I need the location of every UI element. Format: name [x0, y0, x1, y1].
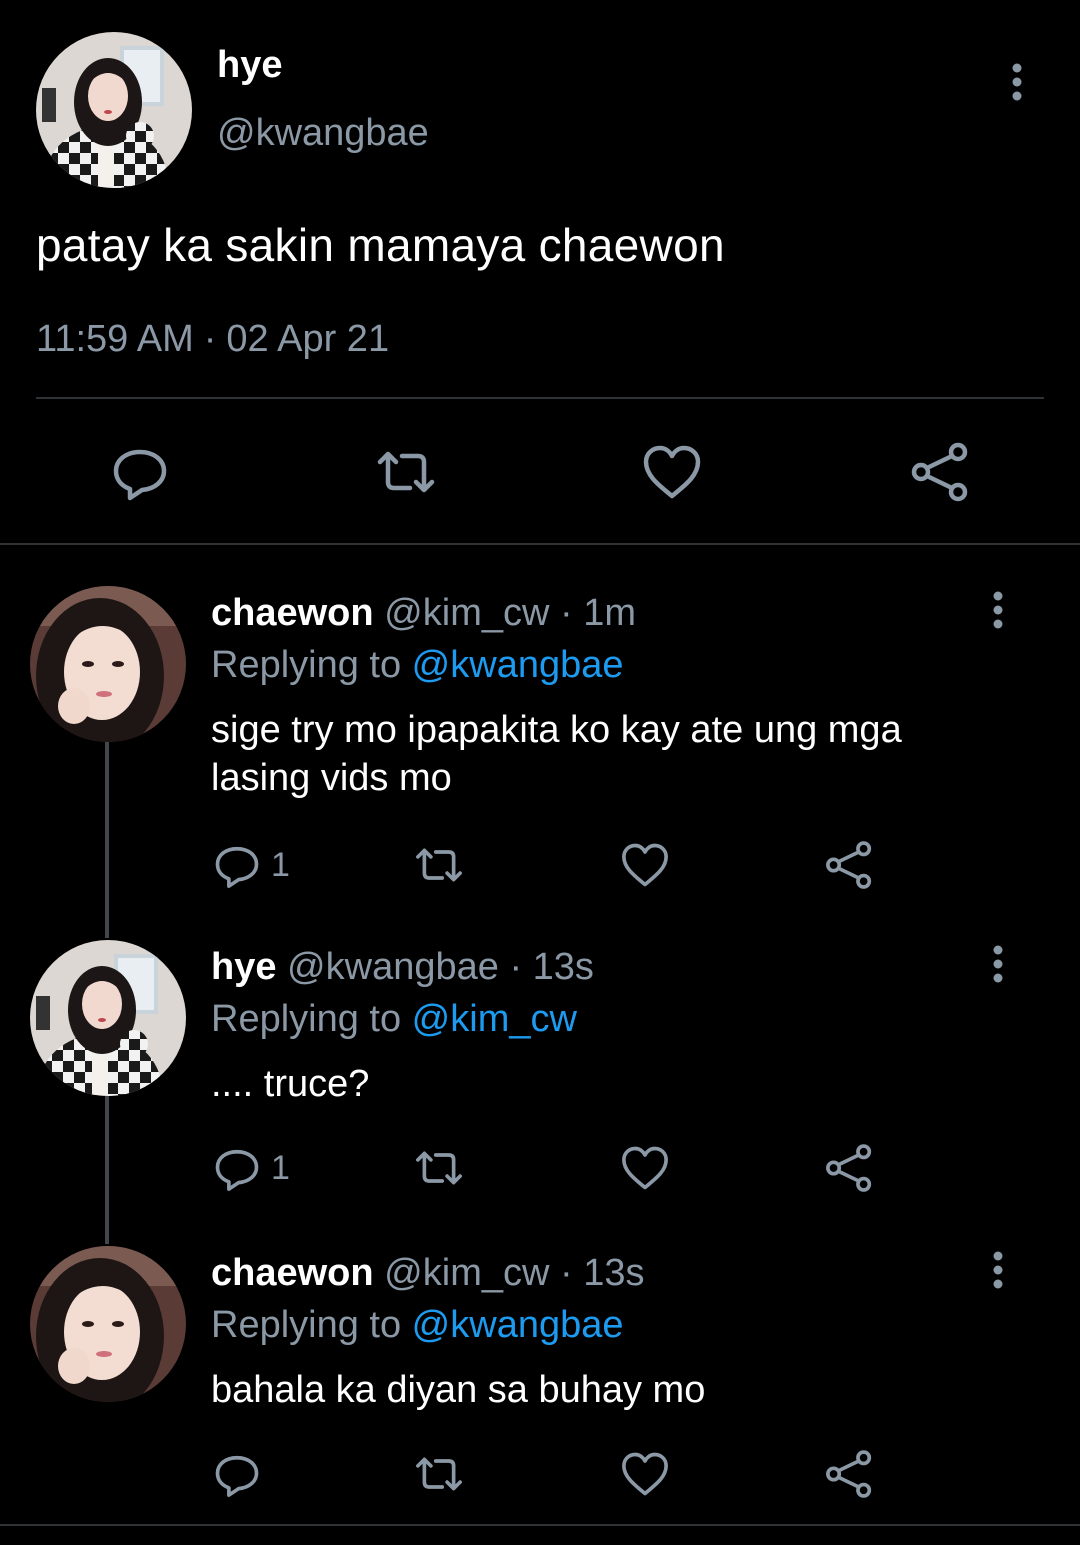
reply-button[interactable] [211, 1446, 271, 1502]
reply-count: 1 [271, 845, 290, 884]
mention-link[interactable]: @kwangbae [412, 1304, 624, 1346]
divider [0, 1524, 1080, 1526]
replying-to: Replying to @kim_cw [211, 998, 577, 1041]
tweet-time: 11:59 AM [36, 318, 194, 360]
tweet-thread-screen: hye @kwangbae patay ka sakin mamaya chae… [0, 0, 1080, 1545]
reply-text: sige try mo ipapakita ko kay ate ung mga… [211, 709, 902, 799]
reply-action-bar: 1 [211, 1140, 911, 1196]
reply-button[interactable]: 1 [211, 837, 290, 893]
separator: · [559, 1252, 573, 1294]
more-options-icon[interactable] [982, 1250, 1014, 1290]
reply-time: 1m [583, 592, 636, 634]
avatar[interactable] [30, 940, 186, 1096]
divider [0, 543, 1080, 545]
more-options-icon[interactable] [982, 944, 1014, 984]
reply-time: 13s [532, 946, 594, 988]
author-handle[interactable]: @kim_cw [384, 592, 549, 634]
retweet-icon[interactable] [413, 1140, 465, 1196]
separator: · [509, 946, 523, 988]
retweet-icon[interactable] [374, 440, 438, 504]
replying-to: Replying to @kwangbae [211, 644, 624, 687]
mention-link[interactable]: @kim_cw [412, 998, 577, 1040]
retweet-icon[interactable] [413, 1446, 465, 1502]
share-icon[interactable] [823, 1140, 875, 1196]
tweet-timestamp[interactable]: 11:59 AM · 02 Apr 21 [36, 318, 389, 361]
author-name[interactable]: chaewon [211, 592, 374, 634]
reply-time: 13s [583, 1252, 645, 1294]
reply-button[interactable]: 1 [211, 1140, 290, 1196]
avatar[interactable] [30, 586, 186, 742]
reply-icon[interactable] [108, 440, 172, 504]
author-handle[interactable]: @kwangbae [217, 112, 429, 155]
separator: · [203, 318, 217, 360]
reply-header: hye @kwangbae · 13s [211, 946, 594, 989]
author-handle[interactable]: @kwangbae [287, 946, 499, 988]
mention-link[interactable]: @kwangbae [412, 644, 624, 686]
author-name[interactable]: hye [211, 946, 276, 988]
retweet-icon[interactable] [413, 837, 465, 893]
avatar[interactable] [30, 1246, 186, 1402]
like-icon[interactable] [640, 440, 704, 504]
author-handle[interactable]: @kim_cw [384, 1252, 549, 1294]
tweet-action-bar [0, 440, 1080, 504]
reply-count: 1 [271, 1148, 290, 1187]
thread-line [105, 1096, 109, 1244]
like-icon[interactable] [619, 1446, 671, 1502]
replying-to-label: Replying to [211, 998, 412, 1040]
more-options-icon[interactable] [982, 590, 1014, 630]
reply-action-bar [211, 1446, 911, 1502]
author-name[interactable]: chaewon [211, 1252, 374, 1294]
reply-text: .... truce? [211, 1063, 370, 1105]
share-icon[interactable] [823, 837, 875, 893]
reply-header: chaewon @kim_cw · 13s [211, 1252, 644, 1295]
replying-to-label: Replying to [211, 1304, 412, 1346]
replying-to: Replying to @kwangbae [211, 1304, 624, 1347]
author-name[interactable]: hye [217, 44, 282, 87]
separator: · [559, 592, 573, 634]
reply-icon [215, 846, 259, 888]
tweet-date: 02 Apr 21 [226, 318, 390, 360]
reply-icon [215, 1149, 259, 1191]
reply-text: bahala ka diyan sa buhay mo [211, 1369, 706, 1411]
like-icon[interactable] [619, 837, 671, 893]
replying-to-label: Replying to [211, 644, 412, 686]
avatar[interactable] [36, 32, 192, 188]
reply-action-bar: 1 [211, 837, 911, 893]
reply-header: chaewon @kim_cw · 1m [211, 592, 636, 635]
reply-icon [215, 1455, 259, 1497]
like-icon[interactable] [619, 1140, 671, 1196]
share-icon[interactable] [823, 1446, 875, 1502]
thread-line [105, 742, 109, 938]
divider [36, 397, 1044, 399]
tweet-text: patay ka sakin mamaya chaewon [36, 219, 725, 271]
share-icon[interactable] [908, 440, 972, 504]
more-options-icon[interactable] [1001, 62, 1033, 102]
